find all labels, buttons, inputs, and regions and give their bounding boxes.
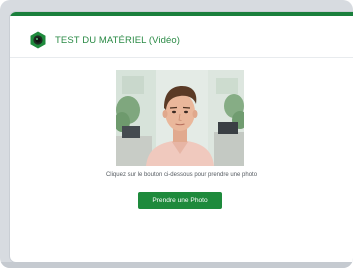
portrait-image — [116, 70, 244, 166]
page-header: TEST DU MATÉRIEL (Vidéo) — [29, 31, 180, 49]
user-webcam-preview — [116, 70, 244, 166]
top-accent-bar — [10, 12, 353, 16]
device-frame: TEST DU MATÉRIEL (Vidéo) Cliquez sur le … — [0, 0, 353, 268]
take-photo-button[interactable]: Prendre une Photo — [138, 192, 222, 209]
app-window: TEST DU MATÉRIEL (Vidéo) Cliquez sur le … — [10, 12, 353, 262]
webcam-icon — [29, 31, 47, 49]
device-bottom-edge — [0, 262, 353, 268]
photo-instruction: Cliquez sur le bouton ci-dessous pour pr… — [105, 172, 258, 178]
header-divider — [10, 57, 353, 58]
page-title: TEST DU MATÉRIEL (Vidéo) — [55, 34, 181, 46]
